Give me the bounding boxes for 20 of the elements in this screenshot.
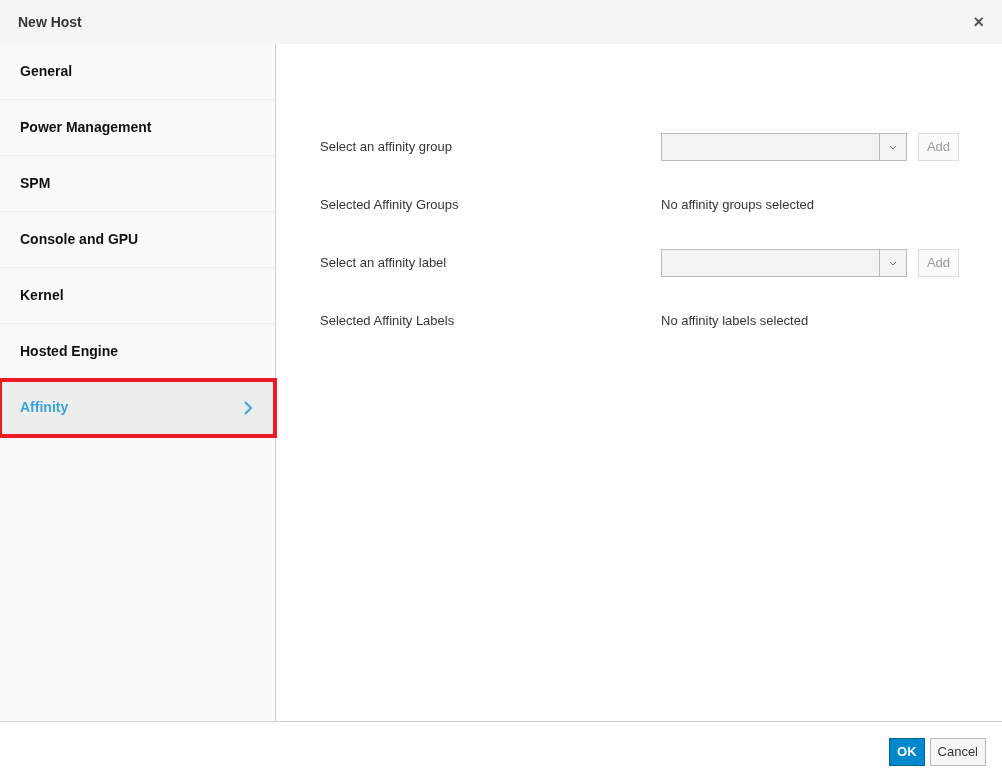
window-title: New Host <box>18 12 82 32</box>
dropdown-field[interactable] <box>661 133 907 161</box>
chevron-right-icon <box>243 399 253 416</box>
ok-button[interactable]: OK <box>889 737 925 766</box>
field-label: Select an affinity label <box>320 254 448 273</box>
field-label: Selected Affinity Groups <box>320 196 460 215</box>
field-label: Select an affinity group <box>320 138 453 157</box>
field-value: No affinity groups selected <box>661 196 814 215</box>
close-button[interactable]: × <box>973 13 984 31</box>
field-value: No affinity labels selected <box>661 312 809 331</box>
caret-icon <box>889 260 897 266</box>
cancel-button[interactable]: Cancel <box>929 737 986 766</box>
sidebar-tab[interactable]: Console and GPU <box>0 212 275 268</box>
dropdown-field[interactable] <box>661 249 907 277</box>
field-label: Selected Affinity Labels <box>320 312 456 331</box>
sidebar-tab[interactable]: Power Management <box>0 100 275 156</box>
sidebar-tab[interactable]: Kernel <box>0 268 275 324</box>
caret-icon <box>889 144 897 150</box>
sidebar-tab[interactable]: General <box>0 44 275 100</box>
sidebar-tab[interactable]: SPM <box>0 156 275 212</box>
